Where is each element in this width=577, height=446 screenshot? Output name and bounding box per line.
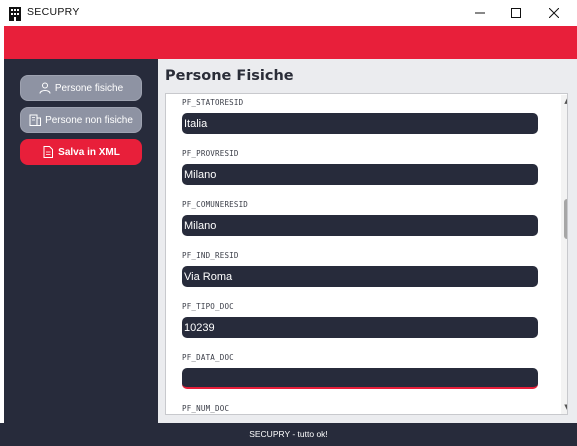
building-icon — [29, 114, 42, 126]
sidebar: Persone fisiche Persone non fisiche Salv… — [4, 59, 158, 423]
persone-non-fisiche-button[interactable]: Persone non fisiche — [20, 107, 142, 133]
field-label: PF_COMUNERESID — [182, 200, 249, 209]
pf-tipo-doc-input[interactable]: 10239 — [182, 317, 538, 338]
field-label: PF_TIPO_DOC — [182, 302, 234, 311]
close-icon — [549, 8, 559, 18]
close-button[interactable] — [536, 0, 572, 26]
field-label: PF_PROVRESID — [182, 149, 239, 158]
pf-provresid-input[interactable]: Milano — [182, 164, 538, 185]
salva-xml-label: Salva in XML — [58, 146, 120, 158]
field-label: PF_STATORESID — [182, 98, 244, 107]
scroll-down-arrow-icon[interactable]: ▼ — [561, 401, 567, 413]
maximize-button[interactable] — [498, 0, 534, 26]
field-label: PF_NUM_DOC — [182, 404, 230, 413]
scroll-thumb[interactable] — [564, 199, 567, 239]
pf-statoresid-input[interactable]: Italia — [182, 113, 538, 134]
building-icon — [9, 6, 21, 21]
header-accent-bar — [4, 26, 577, 59]
title-bar: SECUPRY — [0, 0, 577, 26]
scroll-up-arrow-icon[interactable]: ▲ — [561, 95, 567, 107]
minimize-icon — [475, 12, 485, 14]
persone-non-fisiche-label: Persone non fisiche — [45, 114, 133, 126]
status-text: SECUPRY - tutto ok! — [249, 429, 328, 439]
person-icon — [39, 82, 51, 94]
pf-comuneresid-input[interactable]: Milano — [182, 215, 538, 236]
field-label: PF_DATA_DOC — [182, 353, 234, 362]
window-title: SECUPRY — [27, 6, 80, 18]
persone-fisiche-button[interactable]: Persone fisiche — [20, 75, 142, 101]
persone-fisiche-label: Persone fisiche — [54, 82, 124, 94]
status-bar: SECUPRY - tutto ok! — [0, 423, 577, 446]
page-title: Persone Fisiche — [165, 68, 294, 84]
form-area: PF_STATORESID Italia PF_PROVRESID Milano… — [158, 92, 577, 423]
minimize-button[interactable] — [462, 0, 498, 26]
pf-data-doc-input[interactable] — [182, 368, 538, 389]
main-header: Persone Fisiche — [158, 59, 577, 92]
document-icon — [42, 146, 54, 158]
vertical-scrollbar[interactable]: ▲ ▼ — [561, 95, 567, 414]
maximize-icon — [511, 8, 521, 18]
field-label: PF_IND_RESID — [182, 251, 239, 260]
salva-xml-button[interactable]: Salva in XML — [20, 139, 142, 165]
pf-ind-resid-input[interactable]: Via Roma — [182, 266, 538, 287]
form-scroll-panel[interactable]: PF_STATORESID Italia PF_PROVRESID Milano… — [165, 93, 568, 415]
